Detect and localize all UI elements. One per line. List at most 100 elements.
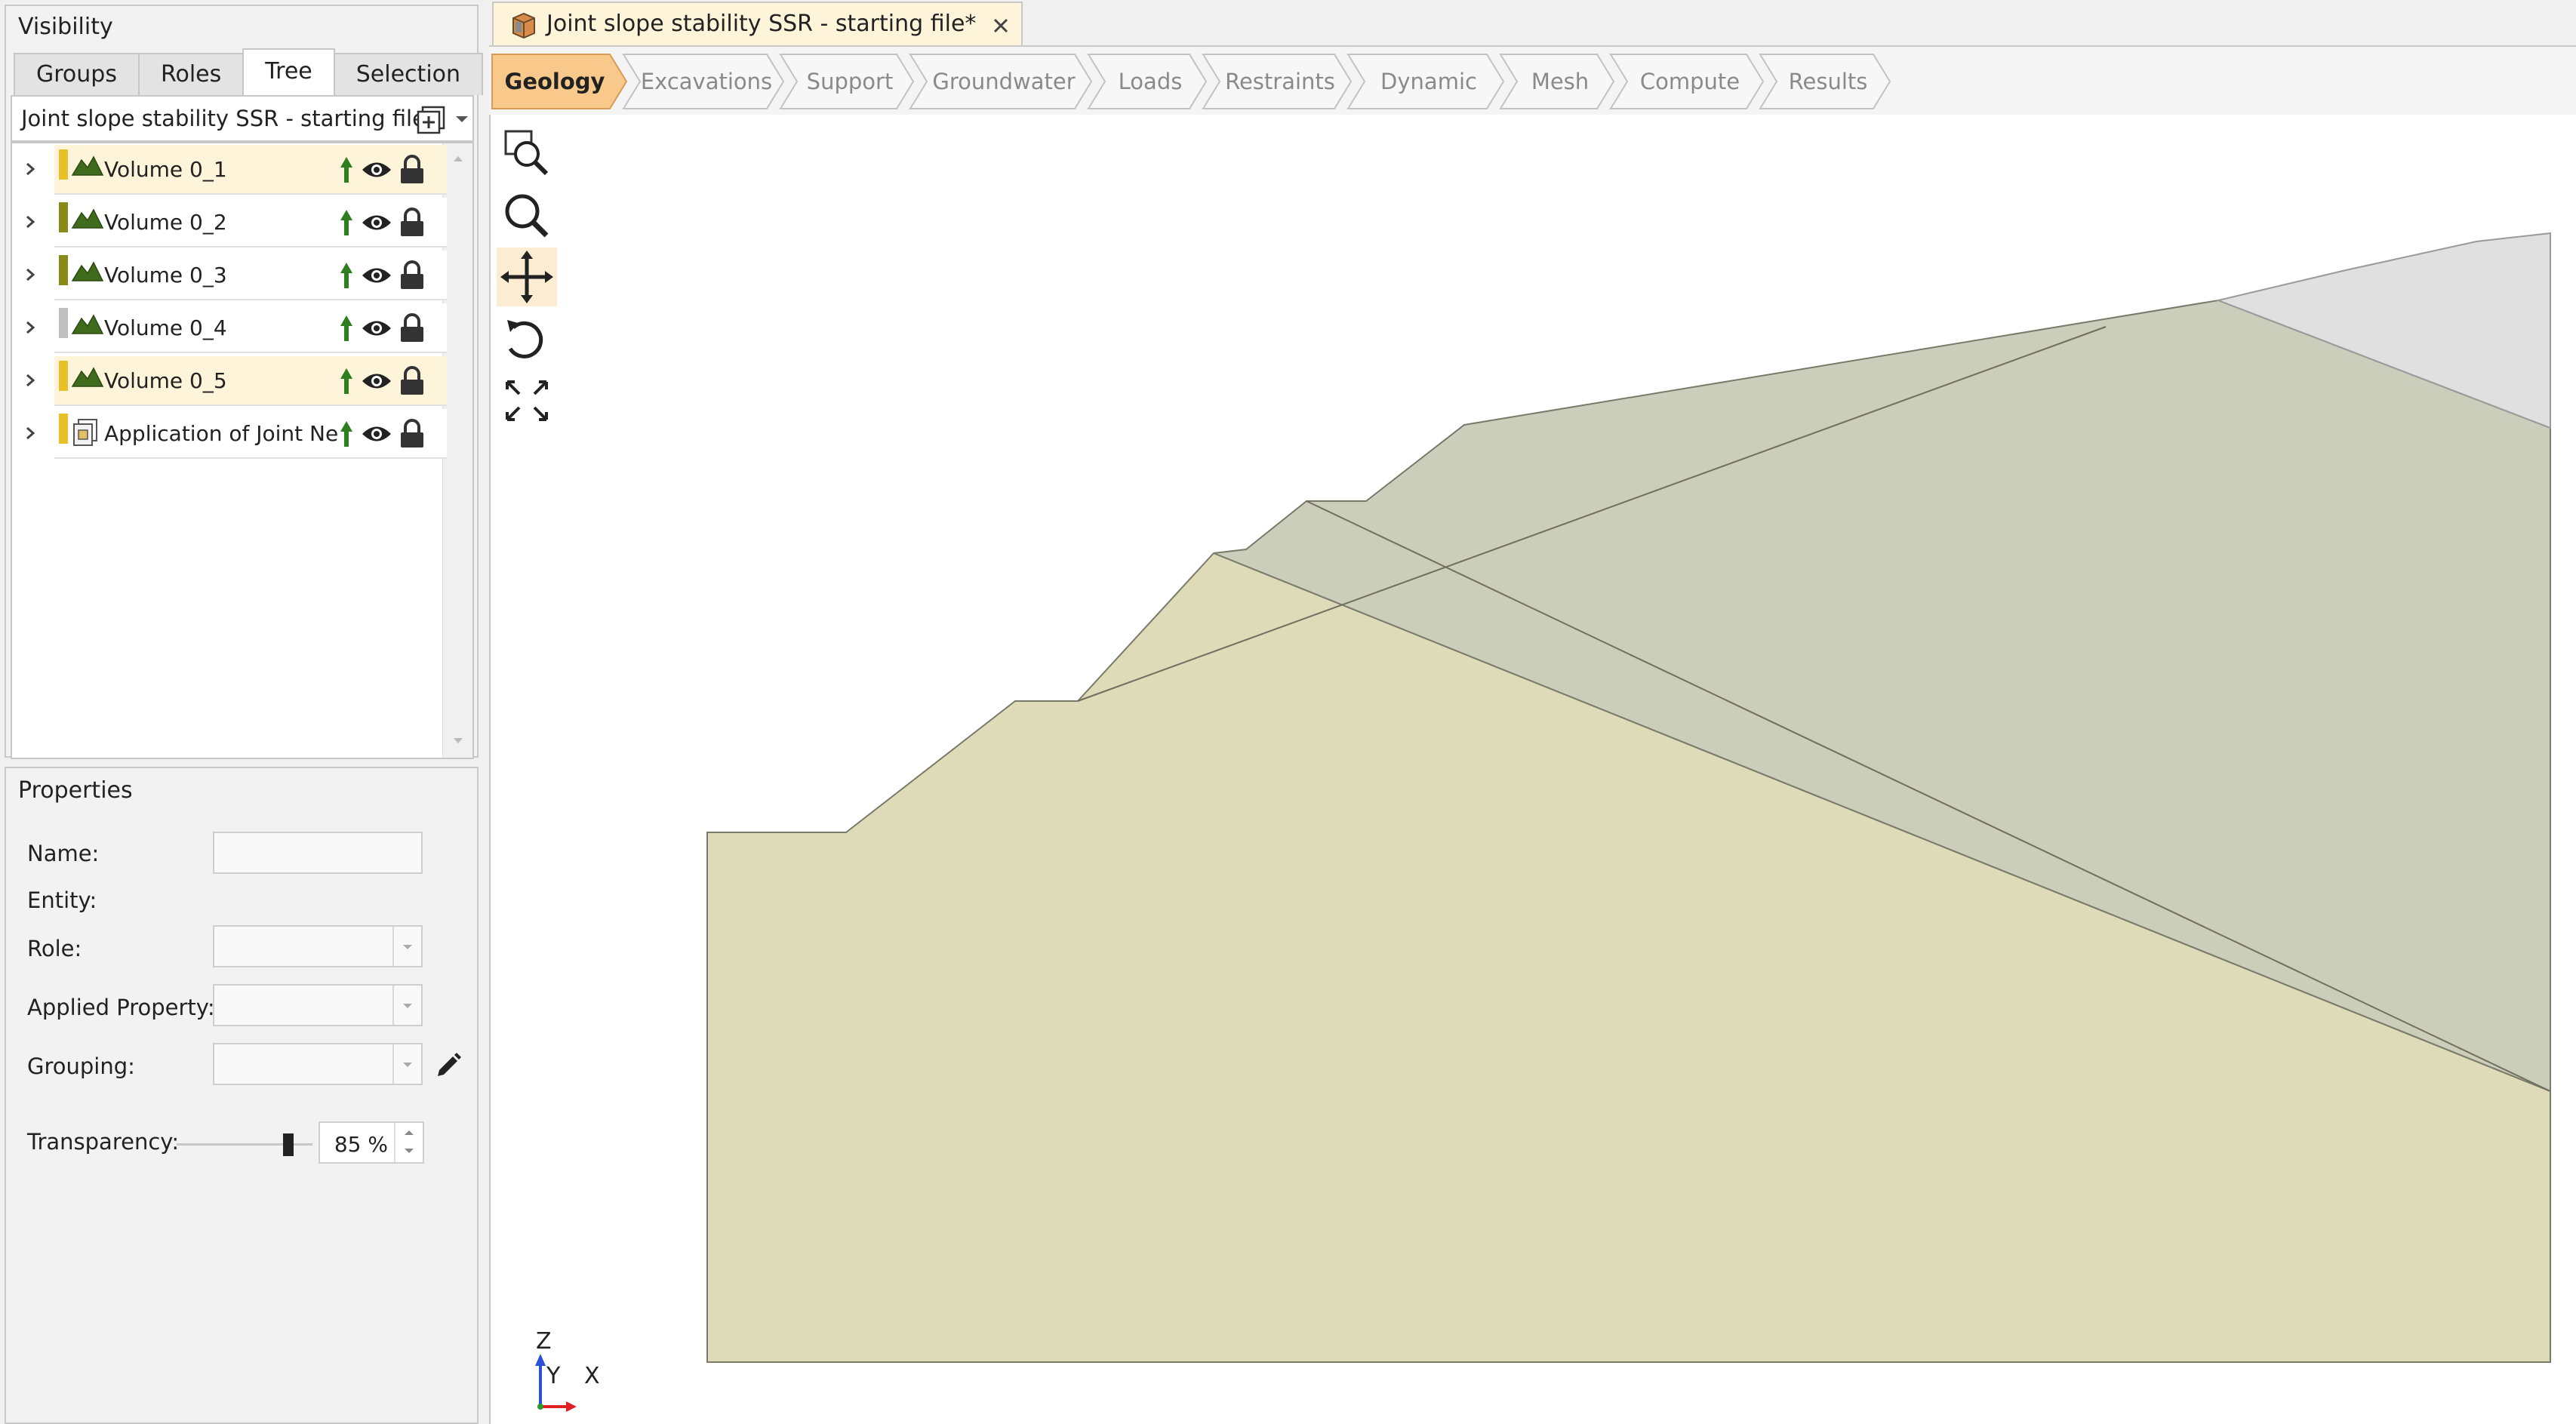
joint-network-icon	[73, 419, 97, 446]
transparency-label: Transparency:	[27, 1129, 180, 1155]
volume-icon	[71, 155, 104, 176]
applied-property-label: Applied Property:	[27, 995, 215, 1020]
lock-icon[interactable]	[399, 155, 426, 185]
tree-scrollbar[interactable]	[442, 143, 472, 758]
color-swatch	[59, 149, 68, 180]
eye-icon[interactable]	[361, 211, 392, 234]
eye-icon[interactable]	[361, 423, 392, 445]
name-label: Name:	[27, 841, 100, 866]
workflow-step-label: Geology	[505, 69, 605, 94]
tree-view: Volume 0_1 Volume 0_2 Volume 0_3 Volume 0_4…	[11, 142, 474, 759]
tab-groups[interactable]: Groups	[14, 53, 140, 95]
properties-title: Properties	[18, 777, 133, 804]
chevron-right-icon[interactable]	[23, 373, 38, 388]
color-swatch	[59, 361, 68, 391]
tree-item[interactable]: Application of Joint Netv	[26, 409, 447, 459]
workflow-step-label: Mesh	[1531, 69, 1589, 94]
color-swatch	[59, 414, 68, 444]
grouping-select[interactable]	[213, 1043, 423, 1085]
slider-thumb[interactable]	[283, 1133, 294, 1156]
zoom-tool[interactable]	[497, 186, 557, 245]
chevron-down-icon	[403, 1004, 412, 1008]
lock-icon[interactable]	[399, 366, 426, 396]
workflow-step-label: Compute	[1640, 69, 1740, 94]
tree-item[interactable]: Volume 0_4	[26, 303, 447, 353]
workflow-step-label: Groundwater	[932, 69, 1075, 94]
tree-item-label: Volume 0_3	[104, 263, 227, 288]
chevron-down-icon[interactable]	[454, 113, 469, 125]
close-icon[interactable]	[993, 17, 1009, 34]
workflow-step-label: Support	[807, 69, 894, 94]
role-select[interactable]	[213, 925, 423, 967]
tree-item-label: Volume 0_1	[104, 157, 227, 182]
pan-tool[interactable]	[497, 248, 557, 306]
chevron-right-icon[interactable]	[23, 267, 38, 282]
visibility-tabs: Groups Roles Tree Selection	[14, 48, 484, 95]
volume-icon	[71, 261, 104, 281]
tree-item[interactable]: Volume 0_1	[26, 145, 447, 195]
rotate-tool[interactable]	[497, 309, 557, 368]
file-selector[interactable]: Joint slope stability SSR - starting fil…	[11, 95, 474, 142]
tab-tree[interactable]: Tree	[242, 48, 335, 95]
lock-icon[interactable]	[399, 419, 426, 449]
chevron-right-icon[interactable]	[23, 214, 38, 229]
color-swatch	[59, 308, 68, 338]
transparency-slider[interactable]	[177, 1133, 312, 1156]
eye-icon[interactable]	[361, 317, 392, 340]
name-field[interactable]	[213, 832, 423, 874]
eye-icon[interactable]	[361, 158, 392, 181]
arrow-up-icon[interactable]	[338, 155, 355, 184]
edit-pencil-icon[interactable]	[433, 1050, 463, 1081]
axis-y-label: Y	[546, 1363, 561, 1389]
arrow-up-icon[interactable]	[338, 208, 355, 237]
arrow-up-icon[interactable]	[338, 367, 355, 395]
workflow-step-label: Excavations	[641, 69, 772, 94]
entity-label: Entity:	[27, 887, 97, 913]
arrow-up-icon[interactable]	[338, 314, 355, 343]
model-viewport[interactable]: Z Y X	[489, 115, 2576, 1424]
zoom-window-tool[interactable]	[497, 124, 557, 183]
lock-icon[interactable]	[399, 260, 426, 291]
model-file-icon	[512, 12, 535, 39]
arrow-up-icon[interactable]	[338, 261, 355, 290]
transparency-value: 85 %	[334, 1132, 388, 1157]
arrow-up-icon[interactable]	[338, 420, 355, 448]
spin-down-icon[interactable]	[404, 1147, 414, 1155]
rotate-icon	[507, 320, 543, 358]
document-tab[interactable]: Joint slope stability SSR - starting fil…	[492, 2, 1023, 45]
transparency-spinbox[interactable]: 85 %	[319, 1121, 424, 1164]
workflow-step-label: Restraints	[1225, 69, 1335, 94]
fit-extents-icon	[506, 380, 548, 421]
axis-z-label: Z	[536, 1328, 552, 1355]
volume-icon	[71, 208, 104, 229]
properties-panel: Properties Name: Entity: Role: Applied P…	[5, 767, 479, 1424]
role-label: Role:	[27, 936, 82, 961]
chevron-right-icon[interactable]	[23, 426, 38, 441]
applied-property-select[interactable]	[213, 984, 423, 1026]
eye-icon[interactable]	[361, 370, 392, 392]
tree-item-label: Volume 0_2	[104, 210, 227, 235]
chevron-right-icon[interactable]	[23, 161, 38, 177]
add-group-icon[interactable]	[417, 106, 447, 134]
tree-item-label: Application of Joint Netv	[104, 421, 338, 446]
tab-selection[interactable]: Selection	[333, 53, 484, 95]
axis-triad: Z Y X	[531, 1328, 607, 1416]
document-title: Joint slope stability SSR - starting fil…	[546, 11, 977, 37]
tree-item[interactable]: Volume 0_2	[26, 198, 447, 248]
scroll-up-icon[interactable]	[452, 154, 464, 163]
workflow-steps: Geology Excavations Support Groundwater Load…	[491, 54, 1891, 109]
tree-item[interactable]: Volume 0_3	[26, 251, 447, 300]
tab-roles[interactable]: Roles	[137, 53, 245, 95]
eye-icon[interactable]	[361, 264, 392, 287]
zoom-window-icon	[504, 130, 549, 176]
lock-icon[interactable]	[399, 313, 426, 343]
tree-item-label: Volume 0_5	[104, 368, 227, 393]
zoom-extents-tool[interactable]	[497, 371, 557, 430]
lock-icon[interactable]	[399, 208, 426, 238]
geometry-canvas[interactable]	[491, 115, 2576, 1424]
scroll-down-icon[interactable]	[452, 737, 464, 746]
tree-item[interactable]: Volume 0_5	[26, 356, 447, 406]
chevron-right-icon[interactable]	[23, 320, 38, 335]
spin-up-icon[interactable]	[404, 1129, 414, 1136]
visibility-title: Visibility	[18, 14, 113, 40]
